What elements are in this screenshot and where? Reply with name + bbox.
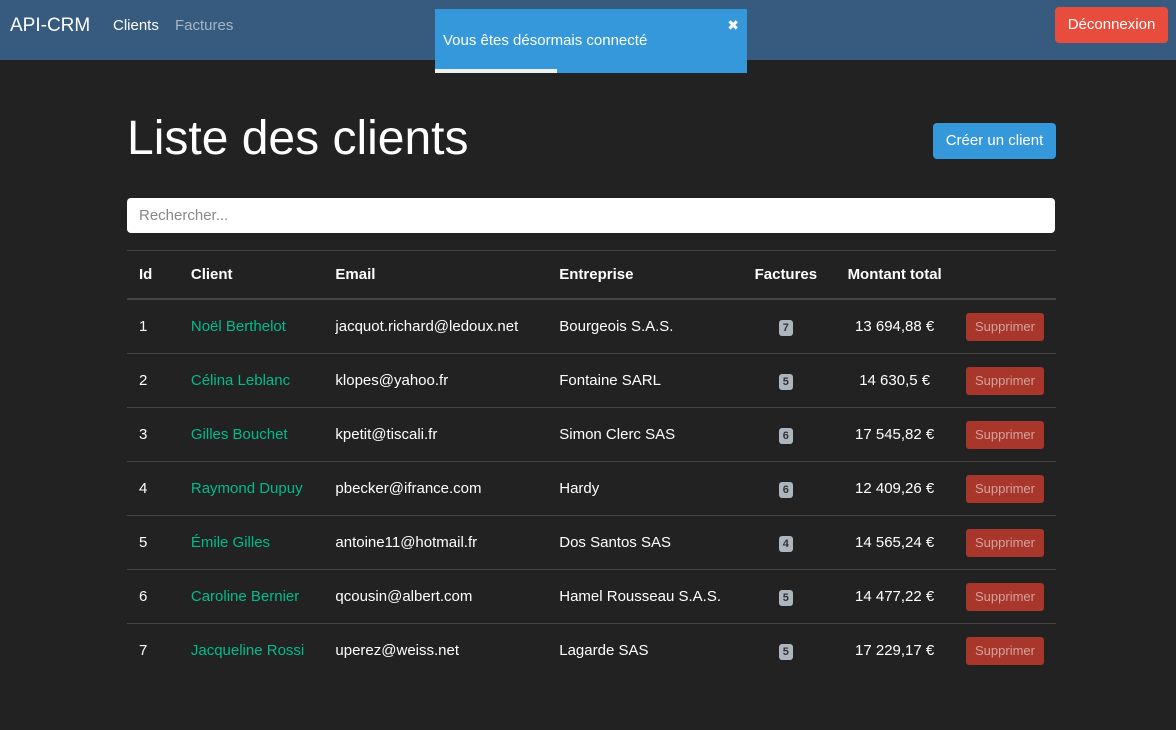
header-email: Email xyxy=(323,250,548,300)
table-body: 1 Noël Berthelot jacquot.richard@ledoux.ne… xyxy=(127,299,1056,677)
close-icon[interactable]: ✖ xyxy=(727,17,739,34)
cell-email: kpetit@tiscali.fr xyxy=(323,407,548,462)
cell-action: Supprimer xyxy=(954,407,1056,462)
client-link[interactable]: Émile Gilles xyxy=(191,534,270,551)
client-link[interactable]: Gilles Bouchet xyxy=(191,426,288,443)
cell-amount: 14 565,24 € xyxy=(835,515,954,570)
cell-action: Supprimer xyxy=(954,569,1056,624)
header-id: Id xyxy=(127,250,179,300)
cell-invoices: 5 xyxy=(736,623,836,677)
header-amount: Montant total xyxy=(835,250,954,300)
cell-amount: 17 545,82 € xyxy=(835,407,954,462)
delete-button[interactable]: Supprimer xyxy=(966,582,1044,611)
header-actions xyxy=(954,250,1056,300)
cell-email: uperez@weiss.net xyxy=(323,623,548,677)
toast-progress-track xyxy=(435,69,747,73)
delete-button[interactable]: Supprimer xyxy=(966,420,1044,449)
header-company: Entreprise xyxy=(547,250,737,300)
cell-client: Noël Berthelot xyxy=(179,299,324,354)
cell-email: jacquot.richard@ledoux.net xyxy=(335,318,519,335)
cell-email: antoine11@hotmail.fr xyxy=(323,515,548,570)
delete-button[interactable]: Supprimer xyxy=(966,528,1044,557)
cell-id: 7 xyxy=(127,623,179,677)
table-row: 3 Gilles Bouchet kpetit@tiscali.fr Simon Cl… xyxy=(127,407,1056,462)
cell-company: Hamel Rousseau S.A.S. xyxy=(547,569,737,624)
cell-company: Lagarde SAS xyxy=(547,623,737,677)
client-link[interactable]: Jacqueline Rossi xyxy=(191,642,304,659)
cell-company: Simon Clerc SAS xyxy=(547,407,737,462)
cell-id: 3 xyxy=(127,407,179,462)
brand-logo[interactable]: API-CRM xyxy=(10,15,90,37)
delete-button[interactable]: Supprimer xyxy=(966,312,1044,341)
cell-id: 4 xyxy=(127,461,179,516)
invoice-count-badge: 5 xyxy=(778,589,793,606)
cell-client: Jacqueline Rossi xyxy=(178,623,324,677)
cell-invoices: 5 xyxy=(736,353,836,408)
cell-amount: 17 229,17 € xyxy=(835,623,954,677)
client-link[interactable]: Raymond Dupuy xyxy=(191,480,303,497)
cell-action: Supprimer xyxy=(954,461,1056,516)
cell-id: 5 xyxy=(127,515,179,570)
toast-message: Vous êtes désormais connecté xyxy=(443,32,648,49)
table-row: 6 Caroline Bernier qcousin@albert.com Hamel… xyxy=(127,569,1056,624)
nav-link-factures[interactable]: Factures xyxy=(175,17,233,34)
cell-email: qcousin@albert.com xyxy=(323,569,548,624)
cell-amount: 14 630,5 € xyxy=(835,353,954,408)
nav-link-clients[interactable]: Clients xyxy=(113,17,159,34)
invoice-count-badge: 4 xyxy=(778,535,793,552)
cell-client: Raymond Dupuy xyxy=(178,461,324,516)
invoice-count-badge: 6 xyxy=(778,427,793,444)
cell-email: pbecker@ifrance.com xyxy=(323,461,548,516)
cell-action: Supprimer xyxy=(954,299,1056,354)
invoice-count-badge: 6 xyxy=(778,481,793,498)
cell-amount: 14 477,22 € xyxy=(835,569,954,624)
table-row: 2 Célina Leblanc klopes@yahoo.fr Fontaine S… xyxy=(127,353,1056,408)
cell-invoices: 6 xyxy=(736,461,836,516)
toast-progress-bar xyxy=(435,69,557,73)
table-row: 7 Jacqueline Rossi uperez@weiss.net Lagarde… xyxy=(127,623,1056,677)
cell-id: 2 xyxy=(127,353,179,408)
delete-button[interactable]: Supprimer xyxy=(966,366,1044,395)
cell-action: Supprimer xyxy=(954,623,1056,677)
page-title: Liste des clients xyxy=(127,112,469,165)
cell-company: Fontaine SARL xyxy=(547,353,737,408)
table-row: 4 Raymond Dupuy pbecker@ifrance.com Hardy 6 1… xyxy=(127,461,1056,516)
cell-id: 6 xyxy=(127,569,179,624)
header-client: Client xyxy=(178,250,324,300)
cell-client: Gilles Bouchet xyxy=(178,407,324,462)
cell-id: 1 xyxy=(139,318,148,335)
cell-invoices: 5 xyxy=(736,569,836,624)
cell-company: Dos Santos SAS xyxy=(547,515,737,570)
invoice-count-badge: 5 xyxy=(778,373,793,390)
cell-invoices: 7 xyxy=(736,299,835,354)
cell-company: Hardy xyxy=(547,461,737,516)
client-link[interactable]: Caroline Bernier xyxy=(191,588,299,605)
cell-amount: 12 409,26 € xyxy=(835,461,954,516)
toast-notification[interactable]: Vous êtes désormais connecté ✖ xyxy=(435,9,747,73)
cell-invoices: 6 xyxy=(736,407,836,462)
delete-button[interactable]: Supprimer xyxy=(966,474,1044,503)
cell-email: klopes@yahoo.fr xyxy=(323,353,548,408)
header-invoices: Factures xyxy=(736,250,836,300)
cell-company: Bourgeois S.A.S. xyxy=(559,318,674,335)
cell-client: Émile Gilles xyxy=(178,515,324,570)
cell-action: Supprimer xyxy=(954,515,1056,570)
invoice-count-badge: 5 xyxy=(778,643,793,660)
cell-amount: 13 694,88 € xyxy=(855,318,935,335)
table-row: 5 Émile Gilles antoine11@hotmail.fr Dos San… xyxy=(127,515,1056,570)
client-link[interactable]: Célina Leblanc xyxy=(191,372,290,389)
cell-invoices: 4 xyxy=(736,515,836,570)
delete-button[interactable]: Supprimer xyxy=(966,636,1044,665)
cell-client: Célina Leblanc xyxy=(178,353,324,408)
cell-action: Supprimer xyxy=(954,353,1056,408)
logout-button[interactable]: Déconnexion xyxy=(1055,7,1168,43)
clients-table: Id Client Email Entreprise Factures Mont… xyxy=(127,250,1056,677)
cell-client: Caroline Bernier xyxy=(178,569,324,624)
table-row: 1 Noël Berthelot jacquot.richard@ledoux.ne… xyxy=(127,299,1056,354)
search-input[interactable] xyxy=(127,198,1055,233)
client-link[interactable]: Noël Berthelot xyxy=(191,318,286,335)
invoice-count-badge: 7 xyxy=(778,319,793,336)
create-client-button[interactable]: Créer un client xyxy=(933,123,1056,159)
table-header-row: Id Client Email Entreprise Factures Mont… xyxy=(127,250,1056,300)
